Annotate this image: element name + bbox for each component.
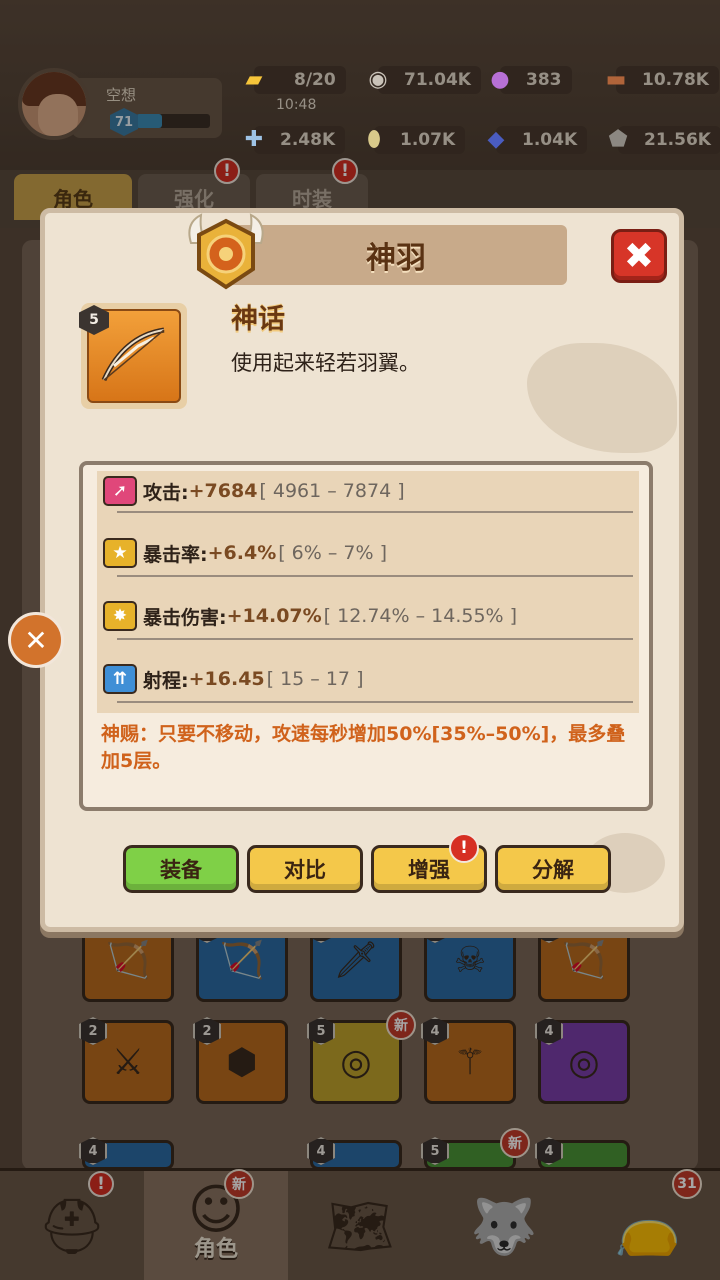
close-icon: ✖ (623, 235, 655, 277)
equip-button[interactable]: 装备 (123, 845, 239, 893)
divider (117, 575, 633, 577)
stat-row-attack: ➚ 攻击: +7684 [ 4961 – 7874 ] (103, 471, 405, 511)
item-description: 使用起来轻若羽翼。 (231, 351, 420, 375)
divider (117, 638, 633, 640)
item-detail-modal: 神羽 ✖ 5 神话 使用起来轻若羽翼。 ➚ 攻击: +7684 [ 4961 –… (40, 208, 684, 932)
ore-icon: ⬟ (608, 126, 628, 152)
item-title: 神羽 (366, 241, 426, 276)
coin-icon: ◉ (368, 66, 388, 92)
stat-row-crit-rate: ★ 暴击率: +6.4% [ 6% – 7% ] (103, 533, 387, 573)
stat-row-range: ⇈ 射程: +16.45 [ 15 – 17 ] (103, 659, 363, 699)
divine-gift-text: 神赐：只要不移动，攻速每秒增加50%[35%–50%]，最多叠加5层。 (101, 723, 626, 772)
item-rarity: 神话 (231, 304, 285, 335)
compare-button[interactable]: 对比 (247, 845, 363, 893)
stats-panel: ➚ 攻击: +7684 [ 4961 – 7874 ] ★ 暴击率: +6.4%… (79, 461, 653, 811)
crit-rate-icon: ★ (103, 538, 137, 568)
gem-icon: ● (490, 66, 510, 92)
side-shortcut-button[interactable]: ✕ (8, 612, 64, 668)
divider (117, 511, 633, 513)
wood-icon: ▬ (605, 66, 627, 92)
divider (117, 701, 633, 703)
bone-icon: ✚ (244, 126, 264, 152)
crit-damage-icon: ✸ (103, 601, 137, 631)
close-button[interactable]: ✖ (611, 229, 667, 283)
enhance-alert-badge: ! (449, 833, 479, 863)
range-icon: ⇈ (103, 664, 137, 694)
stamina-icon: ▰ (245, 66, 263, 92)
dismantle-button[interactable]: 分解 (495, 845, 611, 893)
decorative-blob (527, 343, 677, 453)
stats-list: ➚ 攻击: +7684 [ 4961 – 7874 ] ★ 暴击率: +6.4%… (97, 471, 639, 713)
attack-icon: ➚ (103, 476, 137, 506)
stat-row-crit-damage: ✸ 暴击伤害: +14.07% [ 12.74% – 14.55% ] (103, 596, 517, 636)
swords-icon: ✕ (24, 623, 48, 657)
crystal-icon: ◆ (487, 126, 505, 152)
stone-egg-icon: ⬮ (367, 126, 381, 152)
